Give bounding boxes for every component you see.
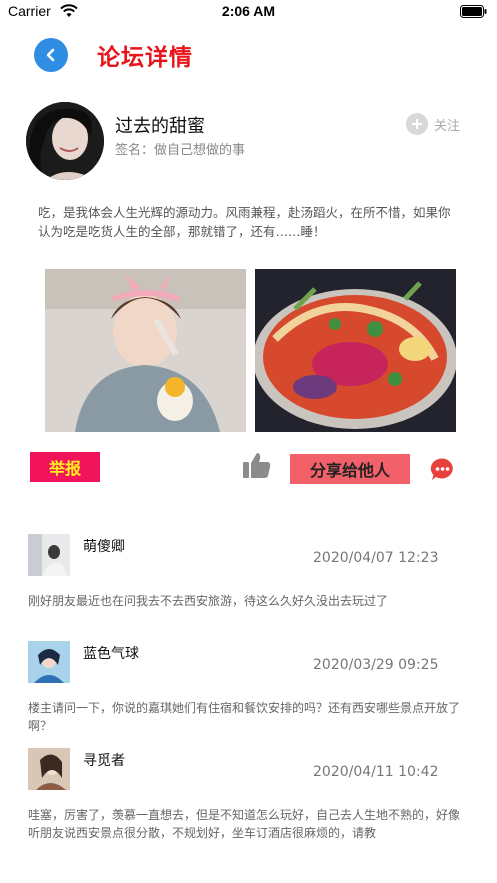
- status-bar: Carrier 2:06 AM: [0, 0, 497, 26]
- commenter-avatar[interactable]: [28, 641, 70, 683]
- report-button[interactable]: 举报: [30, 452, 100, 482]
- comment-time: 2020/03/29 09:25: [313, 657, 439, 673]
- comment-time: 2020/04/07 12:23: [313, 550, 439, 566]
- comment-time: 2020/04/11 10:42: [313, 764, 439, 780]
- post-photo-girl[interactable]: [45, 269, 246, 432]
- follow-label: 关注: [434, 118, 461, 134]
- back-button[interactable]: [34, 38, 68, 72]
- comment-text: 刚好朋友最近也在问我去不去西安旅游，待这么久好久没出去玩过了: [28, 594, 389, 608]
- author-avatar[interactable]: [26, 102, 104, 180]
- thumbs-up-icon[interactable]: [242, 450, 272, 480]
- post-photo-noodles[interactable]: [255, 269, 456, 432]
- share-button[interactable]: 分享给他人: [290, 454, 410, 484]
- comment-text: 楼主请问一下，你说的嘉琪她们有住宿和餐饮安排的吗？还有西安哪些景点开放了啊？: [28, 701, 461, 733]
- chevron-left-icon: [46, 48, 55, 62]
- commenter-name[interactable]: 萌傻卿: [83, 536, 125, 556]
- author-signature: 签名：做自己想做的事: [115, 143, 246, 158]
- post-text: 吃，是我体会人生光辉的源动力。风雨兼程，赴汤蹈火，在所不惜，如果你认为吃是吃货人…: [38, 205, 451, 239]
- comment-icon[interactable]: [430, 457, 455, 482]
- commenter-avatar[interactable]: [28, 748, 70, 790]
- battery-icon: [460, 5, 487, 18]
- page-title: 论坛详情: [97, 45, 193, 71]
- commenter-avatar[interactable]: [28, 534, 70, 576]
- commenter-name[interactable]: 蓝色气球: [83, 643, 139, 663]
- commenter-name[interactable]: 寻觅者: [83, 750, 125, 770]
- author-name[interactable]: 过去的甜蜜: [115, 112, 205, 138]
- follow-button[interactable]: 关注: [406, 113, 460, 135]
- clock: 2:06 AM: [221, 3, 276, 19]
- comment-text: 哇塞，厉害了，羡慕一直想去，但是不知道怎么玩好，自己去人生地不熟的，好像听朋友说…: [28, 808, 461, 840]
- plus-icon: [406, 113, 428, 135]
